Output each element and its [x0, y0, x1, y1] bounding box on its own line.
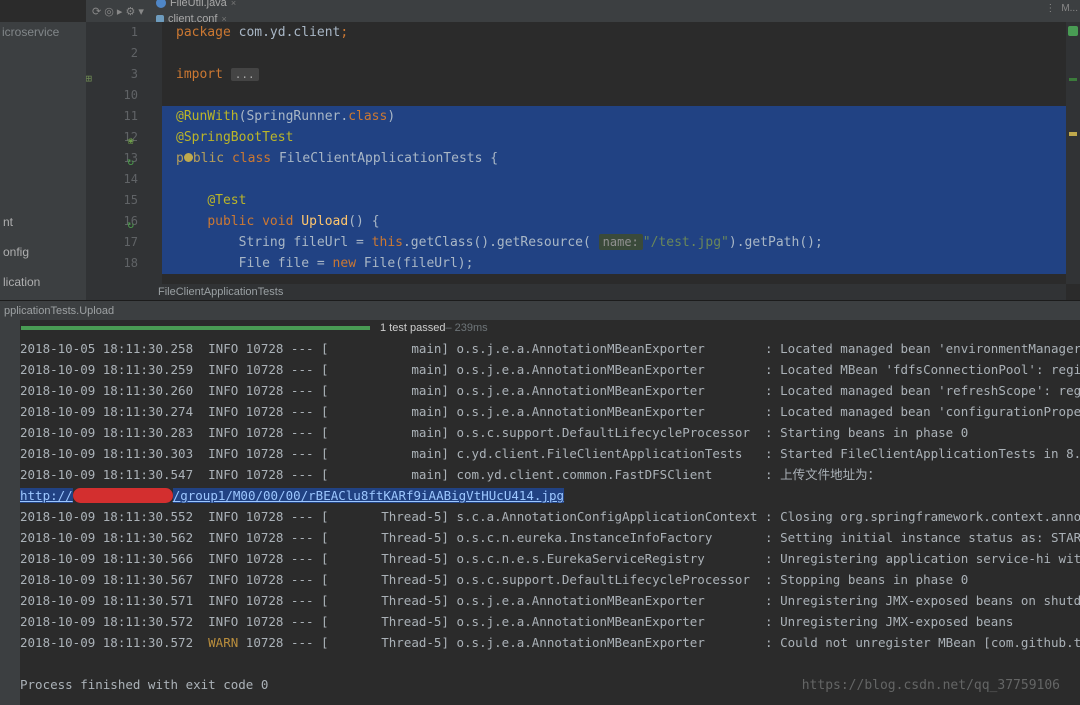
console-line: 2018-10-09 18:11:30.283 INFO 10728 --- […: [20, 422, 1080, 443]
console-link[interactable]: http://: [20, 488, 73, 503]
console-line: 2018-10-09 18:11:30.274 INFO 10728 --- […: [20, 401, 1080, 422]
editor-tab[interactable]: FileUtil.java ×: [150, 0, 334, 11]
console-line: http:///group1/M00/00/00/rBEAClu8ftKARf9…: [20, 485, 1080, 506]
console-line: 2018-10-09 18:11:30.572 INFO 10728 --- […: [20, 611, 1080, 632]
run-header[interactable]: pplicationTests.Upload: [0, 300, 1080, 322]
console-line: 2018-10-09 18:11:30.303 INFO 10728 --- […: [20, 443, 1080, 464]
console-line: 2018-10-09 18:11:30.260 INFO 10728 --- […: [20, 380, 1080, 401]
editor-tabs: ⟳ ◎ ▸ ⚙ ▾ application.yml ×m file-client…: [86, 0, 1080, 23]
sidebar-item[interactable]: nt: [0, 207, 86, 237]
project-title: icroservice: [0, 22, 86, 47]
toolbar-icons[interactable]: ⟳ ◎ ▸ ⚙ ▾: [92, 5, 148, 18]
gutter[interactable]: 1 2 ⊞3 10 11 ❀12 ↻13 14 15 ↻16 17 18: [86, 22, 162, 284]
code-editor[interactable]: 1 2 ⊞3 10 11 ❀12 ↻13 14 15 ↻16 17 18 pac…: [86, 22, 1066, 284]
close-icon[interactable]: ×: [231, 0, 236, 8]
editor-breadcrumb[interactable]: FileClientApplicationTests: [86, 284, 1066, 300]
sidebar-item[interactable]: onfig: [0, 237, 86, 267]
watermark: https://blog.csdn.net/qq_37759106: [802, 678, 1060, 693]
test-progress: [20, 326, 370, 330]
console-line: 2018-10-09 18:11:30.259 INFO 10728 --- […: [20, 359, 1080, 380]
test-time: – 239ms: [445, 322, 487, 334]
left-gutter-strip[interactable]: [0, 320, 21, 705]
test-status-bar: 1 test passed – 239ms: [20, 320, 1080, 336]
editor-error-stripe[interactable]: [1066, 22, 1080, 284]
console-line: 2018-10-09 18:11:30.552 INFO 10728 --- […: [20, 506, 1080, 527]
test-status-text: 1 test passed: [380, 322, 445, 334]
console-output[interactable]: 2018-10-05 18:11:30.258 INFO 10728 --- […: [20, 336, 1080, 705]
console-line: 2018-10-09 18:11:30.547 INFO 10728 --- […: [20, 464, 1080, 485]
tabs-overflow[interactable]: ⋮M...: [1045, 3, 1078, 14]
console-line: 2018-10-09 18:11:30.566 INFO 10728 --- […: [20, 548, 1080, 569]
console-line: [20, 653, 1080, 674]
console-line: 2018-10-05 18:11:30.258 INFO 10728 --- […: [20, 338, 1080, 359]
console-line: 2018-10-09 18:11:30.571 INFO 10728 --- […: [20, 590, 1080, 611]
console-line: 2018-10-09 18:11:30.562 INFO 10728 --- […: [20, 527, 1080, 548]
console-line: 2018-10-09 18:11:30.572 WARN 10728 --- […: [20, 632, 1080, 653]
sidebar-item[interactable]: lication: [0, 267, 86, 297]
project-sidebar: icroservice nt onfig lication: [0, 22, 87, 300]
file-icon: [156, 0, 166, 8]
console-line: 2018-10-09 18:11:30.567 INFO 10728 --- […: [20, 569, 1080, 590]
code-area[interactable]: package com.yd.client; import ... @RunWi…: [162, 22, 1066, 284]
